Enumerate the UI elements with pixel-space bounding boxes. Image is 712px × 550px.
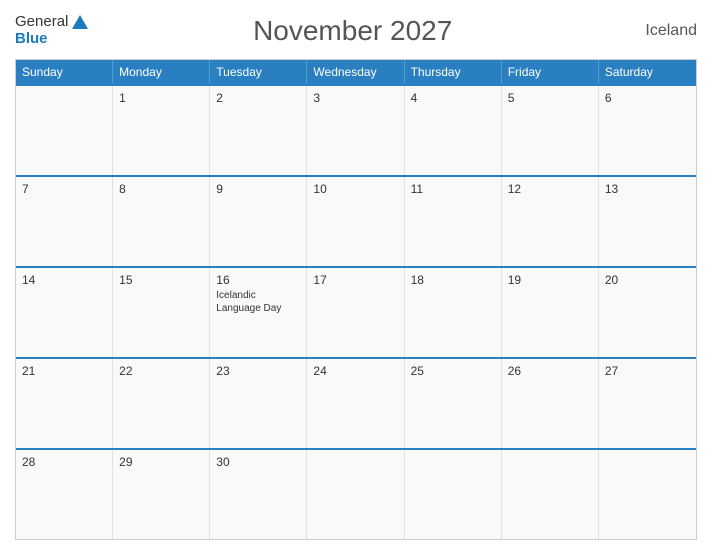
calendar-week-5: 28 29 30: [16, 448, 696, 539]
cell-day-number: 27: [605, 364, 690, 378]
cal-cell: 27: [599, 359, 696, 448]
cal-cell: 25: [405, 359, 502, 448]
cal-cell: 14: [16, 268, 113, 357]
cal-cell: 10: [307, 177, 404, 266]
logo-general-label: General: [15, 14, 68, 31]
calendar-title: November 2027: [88, 15, 617, 47]
cell-day-number: 13: [605, 182, 690, 196]
cal-cell: 16 Icelandic Language Day: [210, 268, 307, 357]
cell-day-number: 24: [313, 364, 397, 378]
day-header-thursday: Thursday: [405, 60, 502, 84]
cal-cell: 23: [210, 359, 307, 448]
cell-day-number: 28: [22, 455, 106, 469]
cell-day-number: 9: [216, 182, 300, 196]
cal-cell: [405, 450, 502, 539]
cal-cell: 6: [599, 86, 696, 175]
cell-day-number: 7: [22, 182, 106, 196]
cal-cell: 24: [307, 359, 404, 448]
cell-day-number: 11: [411, 182, 495, 196]
cal-cell: 21: [16, 359, 113, 448]
cal-cell: 22: [113, 359, 210, 448]
cell-day-number: 26: [508, 364, 592, 378]
calendar-header-row: SundayMondayTuesdayWednesdayThursdayFrid…: [16, 60, 696, 84]
cal-cell: 1: [113, 86, 210, 175]
cell-day-number: 1: [119, 91, 203, 105]
cal-cell: 3: [307, 86, 404, 175]
calendar: SundayMondayTuesdayWednesdayThursdayFrid…: [15, 59, 697, 540]
calendar-week-4: 21 22 23 24 25 26 27: [16, 357, 696, 448]
cell-day-number: 2: [216, 91, 300, 105]
logo-triangle-icon: [72, 15, 88, 29]
day-header-sunday: Sunday: [16, 60, 113, 84]
cal-cell: 28: [16, 450, 113, 539]
day-header-tuesday: Tuesday: [210, 60, 307, 84]
cal-cell: 9: [210, 177, 307, 266]
day-header-friday: Friday: [502, 60, 599, 84]
cal-cell: 11: [405, 177, 502, 266]
cal-cell: 26: [502, 359, 599, 448]
cal-cell: 20: [599, 268, 696, 357]
cell-day-number: 4: [411, 91, 495, 105]
cal-cell: 30: [210, 450, 307, 539]
cal-cell: [502, 450, 599, 539]
cell-day-number: 22: [119, 364, 203, 378]
cal-cell: [307, 450, 404, 539]
cell-day-number: 21: [22, 364, 106, 378]
cal-cell: 17: [307, 268, 404, 357]
cal-cell: 19: [502, 268, 599, 357]
day-header-saturday: Saturday: [599, 60, 696, 84]
logo-general-text: General: [15, 14, 88, 31]
cell-day-number: 10: [313, 182, 397, 196]
day-header-monday: Monday: [113, 60, 210, 84]
cal-cell: 4: [405, 86, 502, 175]
cal-cell: [16, 86, 113, 175]
calendar-week-3: 14 15 16 Icelandic Language Day 17 18 19 20: [16, 266, 696, 357]
logo: General Blue: [15, 14, 88, 47]
logo-blue-label: Blue: [15, 31, 48, 48]
country-label: Iceland: [617, 22, 697, 40]
cell-day-number: 30: [216, 455, 300, 469]
day-header-wednesday: Wednesday: [307, 60, 404, 84]
cal-event: Icelandic Language Day: [216, 289, 300, 315]
cal-cell: 18: [405, 268, 502, 357]
cell-day-number: 23: [216, 364, 300, 378]
cal-cell: [599, 450, 696, 539]
calendar-week-2: 789 10 11 12 13: [16, 175, 696, 266]
cell-day-number: 19: [508, 273, 592, 287]
calendar-body: 12345678910111213141516Icelandic Languag…: [16, 84, 696, 539]
cal-cell: 8: [113, 177, 210, 266]
cell-day-number: 5: [508, 91, 592, 105]
cell-day-number: 6: [605, 91, 690, 105]
cell-day-number: 18: [411, 273, 495, 287]
cal-cell: 12: [502, 177, 599, 266]
cell-day-number: 15: [119, 273, 203, 287]
cell-day-number: 17: [313, 273, 397, 287]
cell-day-number: 3: [313, 91, 397, 105]
cell-day-number: 8: [119, 182, 203, 196]
cal-cell: 29: [113, 450, 210, 539]
cal-cell: 2: [210, 86, 307, 175]
cell-day-number: 29: [119, 455, 203, 469]
cell-day-number: 25: [411, 364, 495, 378]
cal-cell: 13: [599, 177, 696, 266]
cell-day-number: 20: [605, 273, 690, 287]
cal-cell: 7: [16, 177, 113, 266]
cell-day-number: 16: [216, 273, 300, 287]
calendar-week-1: 123456: [16, 84, 696, 175]
page-header: General Blue November 2027 Iceland: [15, 10, 697, 51]
cal-cell: 5: [502, 86, 599, 175]
cell-day-number: 12: [508, 182, 592, 196]
cell-day-number: 14: [22, 273, 106, 287]
cal-cell: 15: [113, 268, 210, 357]
